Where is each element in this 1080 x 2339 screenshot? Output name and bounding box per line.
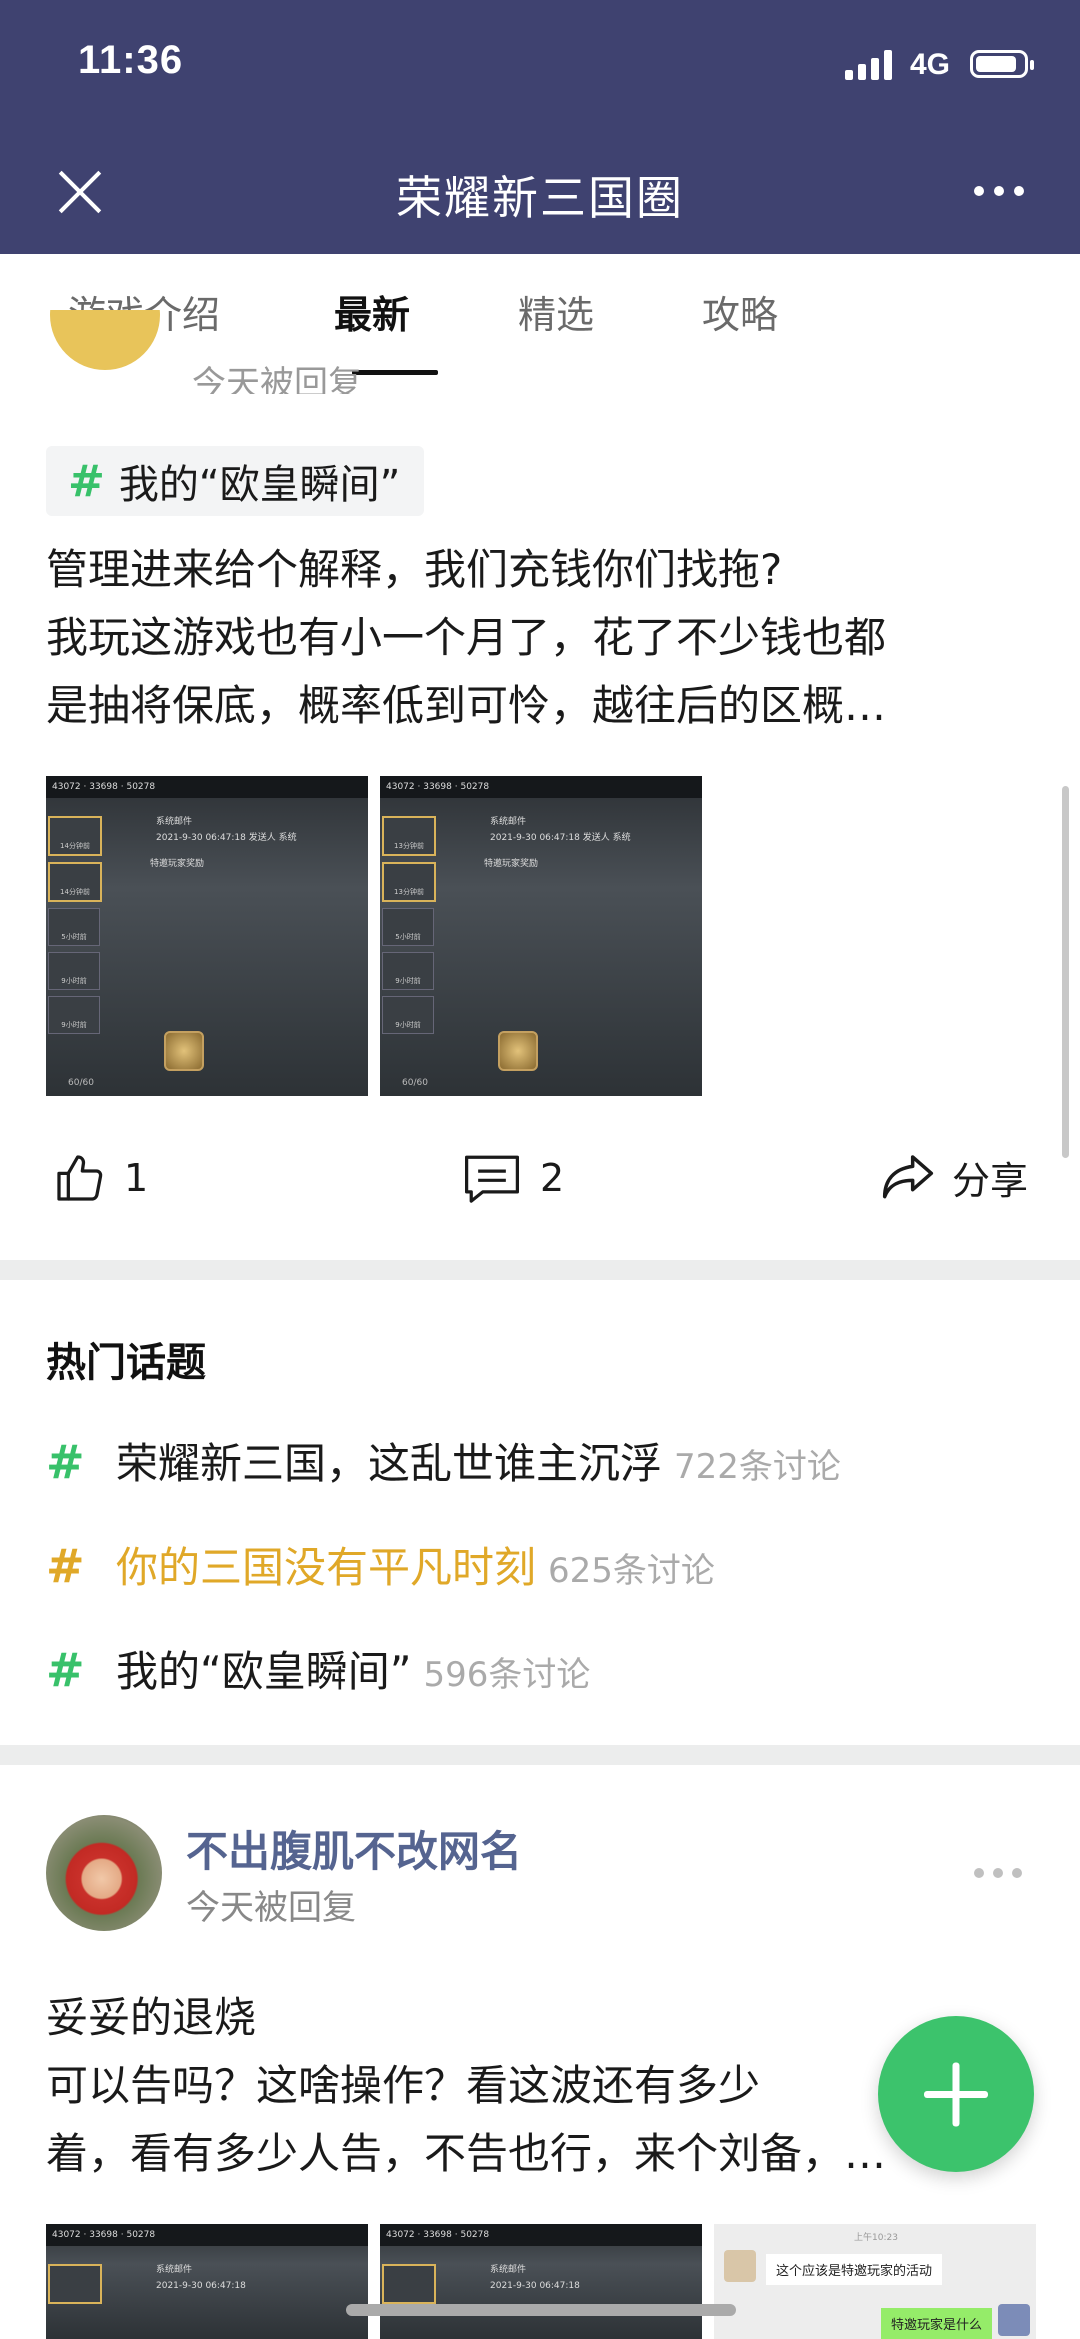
network-type: 4G xyxy=(910,48,951,81)
hashtag-icon: # xyxy=(46,1643,85,1697)
nav-bar: 荣耀新三国圈 xyxy=(0,130,1080,254)
like-button[interactable]: 1 xyxy=(52,1150,148,1206)
mail-tab xyxy=(48,2264,102,2304)
post-line: 管理进来给个解释，我们充钱你们找拖? xyxy=(46,545,783,594)
tab-featured[interactable]: 精选 xyxy=(518,284,594,339)
home-indicator[interactable] xyxy=(346,2304,736,2316)
hot-topic-item[interactable]: # 我的“欧皇瞬间” 596条讨论 xyxy=(46,1638,590,1699)
share-label: 分享 xyxy=(952,1159,1029,1203)
comment-count: 2 xyxy=(540,1156,565,1200)
mail-tab: 9小时前 xyxy=(48,952,100,990)
mail-tab: 5小时前 xyxy=(48,908,100,946)
post-image[interactable]: 43072 · 33698 · 50278 系统邮件 2021-9-30 06:4… xyxy=(380,2224,702,2339)
section-divider xyxy=(0,1260,1080,1280)
reward-item-icon xyxy=(498,1031,538,1071)
post-actions: 1 2 分享 xyxy=(0,1140,1080,1220)
mail-content: 系统邮件 2021-9-30 06:47:18 xyxy=(156,2265,246,2291)
post-line: 是抽将保底，概率低到可怜，越往后的区概… xyxy=(46,681,887,730)
post-body[interactable]: 管理进来给个解释，我们充钱你们找拖? 我玩这游戏也有小一个月了，花了不少钱也都 … xyxy=(46,536,1036,740)
post-line: 妥妥的退烧 xyxy=(46,1993,257,2042)
more-options-icon[interactable] xyxy=(974,1868,1022,1878)
signal-icon xyxy=(845,50,892,80)
avatar xyxy=(998,2304,1030,2336)
resource-bar: 43072 · 33698 · 50278 xyxy=(46,2224,368,2246)
status-bar: 11:36 4G xyxy=(0,0,1080,130)
share-icon xyxy=(882,1154,934,1198)
chat-bubble: 这个应该是特邀玩家的活动 xyxy=(766,2254,943,2285)
resource-bar: 43072 · 33698 · 50278 xyxy=(380,2224,702,2246)
hot-topic-count: 596条讨论 xyxy=(423,1655,591,1695)
chat-bubble: 特邀玩家是什么 xyxy=(880,2308,992,2339)
hot-topic-name: 荣耀新三国，这乱世谁主沉浮 xyxy=(116,1439,663,1488)
post-image[interactable]: 43072 · 33698 · 50278 13分钟前 13分钟前 5小时前 9… xyxy=(380,776,702,1096)
post-image[interactable]: 43072 · 33698 · 50278 系统邮件 2021-9-30 06:4… xyxy=(46,2224,368,2339)
hot-topic-name: 你的三国没有平凡时刻 xyxy=(116,1543,537,1592)
mail-content: 系统邮件 2021-9-30 06:47:18 发送人 系统 特邀玩家奖励 xyxy=(150,817,297,869)
hashtag-icon: # xyxy=(68,455,105,507)
mail-count: 60/60 xyxy=(68,1078,94,1088)
scrollbar[interactable] xyxy=(1062,786,1069,1158)
hot-topic-item[interactable]: # 你的三国没有平凡时刻 625条讨论 xyxy=(46,1534,715,1595)
avatar[interactable] xyxy=(50,310,160,400)
mail-content: 系统邮件 2021-9-30 06:47:18 发送人 系统 特邀玩家奖励 xyxy=(484,817,631,869)
thumbs-up-icon xyxy=(57,1155,103,1201)
hot-topic-count: 722条讨论 xyxy=(674,1447,841,1487)
username[interactable]: 不出腹肌不改网名 xyxy=(186,1818,522,1879)
topic-tag-label: 我的“欧皇瞬间” xyxy=(118,462,401,508)
resource-bar: 43072 · 33698 · 50278 xyxy=(46,776,368,798)
comment-icon xyxy=(465,1155,519,1203)
mail-tab: 13分钟前 xyxy=(382,862,436,902)
reward-item-icon xyxy=(164,1031,204,1071)
mail-tab: 9小时前 xyxy=(382,996,434,1034)
section-divider xyxy=(0,1745,1080,1765)
like-count: 1 xyxy=(124,1156,149,1200)
mail-tab: 14分钟前 xyxy=(48,816,102,856)
avatar xyxy=(724,2250,756,2282)
mail-tab: 13分钟前 xyxy=(382,816,436,856)
page-title: 荣耀新三国圈 xyxy=(396,171,684,225)
post-line: 我玩这游戏也有小一个月了，花了不少钱也都 xyxy=(46,613,887,662)
status-time: 11:36 xyxy=(78,38,184,82)
hashtag-icon: # xyxy=(46,1435,85,1489)
hot-topics-title: 热门话题 xyxy=(46,1340,206,1386)
hashtag-icon: # xyxy=(46,1539,85,1593)
mail-count: 60/60 xyxy=(402,1078,428,1088)
share-button[interactable]: 分享 xyxy=(880,1150,1028,1205)
tab-latest[interactable]: 最新 xyxy=(334,284,410,339)
battery-icon xyxy=(970,50,1034,78)
more-options-icon[interactable] xyxy=(974,186,1024,196)
post-meta: 今天被回复 xyxy=(192,364,362,394)
mail-tab: 9小时前 xyxy=(48,996,100,1034)
avatar[interactable] xyxy=(46,1815,162,1931)
chat-time: 上午10:23 xyxy=(854,2233,898,2243)
mail-tab: 14分钟前 xyxy=(48,862,102,902)
post-meta: 今天被回复 xyxy=(186,1888,356,1928)
tab-guides[interactable]: 攻略 xyxy=(702,284,778,339)
mail-tab xyxy=(382,2264,436,2304)
tab-bar: 游戏介绍 最新 精选 攻略 xyxy=(0,254,1080,375)
add-post-button[interactable] xyxy=(878,2016,1034,2172)
mail-tab: 9小时前 xyxy=(382,952,434,990)
resource-bar: 43072 · 33698 · 50278 xyxy=(380,776,702,798)
topic-tag[interactable]: # 我的“欧皇瞬间” xyxy=(46,446,425,516)
post-image[interactable]: 43072 · 33698 · 50278 14分钟前 14分钟前 5小时前 9… xyxy=(46,776,368,1096)
active-tab-indicator xyxy=(352,370,438,375)
hot-topic-item[interactable]: # 荣耀新三国，这乱世谁主沉浮 722条讨论 xyxy=(46,1430,841,1491)
mail-tab: 5小时前 xyxy=(382,908,434,946)
post-image[interactable]: 上午10:23 这个应该是特邀玩家的活动 特邀玩家是什么 xyxy=(714,2224,1036,2339)
hot-topic-name: 我的“欧皇瞬间” xyxy=(116,1647,412,1696)
comment-button[interactable]: 2 xyxy=(462,1150,564,1206)
hot-topic-count: 625条讨论 xyxy=(548,1551,715,1591)
mail-content: 系统邮件 2021-9-30 06:47:18 xyxy=(490,2265,580,2291)
